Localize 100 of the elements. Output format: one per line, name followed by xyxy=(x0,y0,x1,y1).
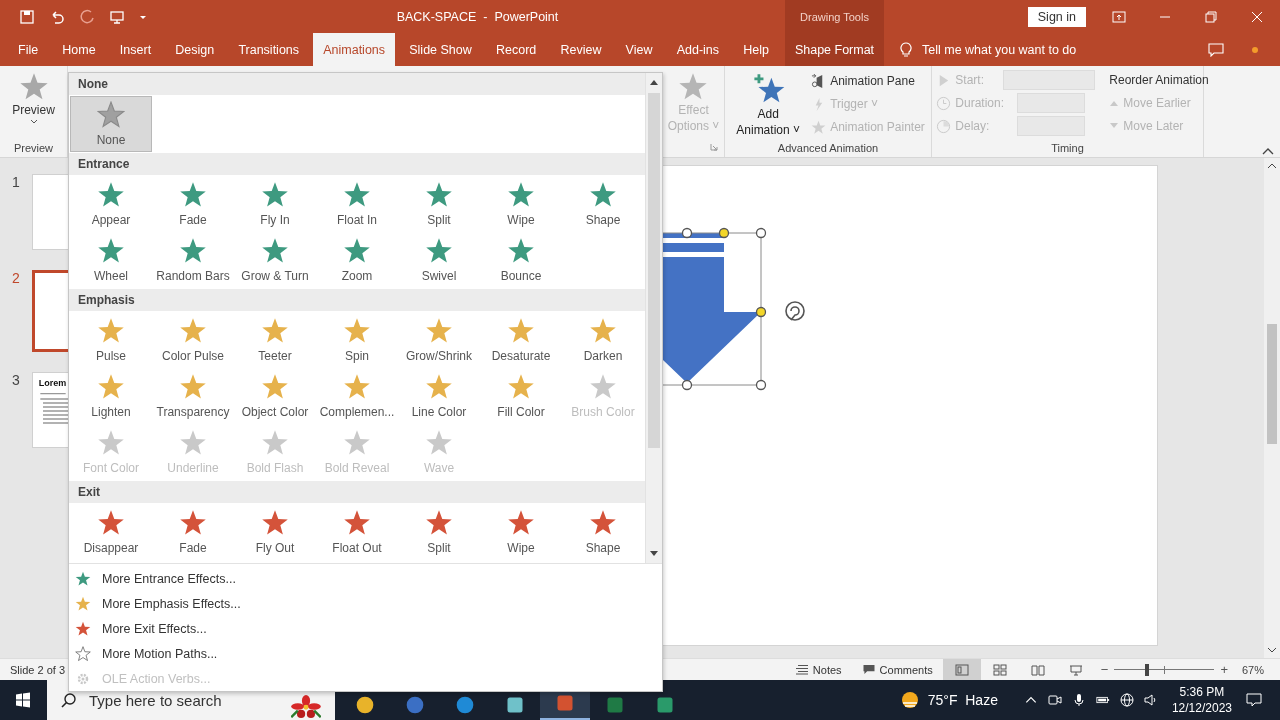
menu-item[interactable]: More Motion Paths... xyxy=(102,646,218,661)
animation-effect-item[interactable]: Disappear xyxy=(70,504,152,560)
menu-item[interactable]: More Emphasis Effects... xyxy=(102,596,241,611)
ribbon-tab[interactable]: View xyxy=(615,33,663,66)
globe-icon[interactable] xyxy=(1119,693,1134,707)
scrollbar-thumb[interactable] xyxy=(648,93,660,448)
animation-effect-item[interactable]: Grow/Shrink xyxy=(398,312,480,368)
animation-effect-item[interactable]: Fly In xyxy=(234,176,316,232)
scrollbar-thumb[interactable] xyxy=(1267,324,1277,444)
ribbon-tab[interactable]: Review xyxy=(550,33,612,66)
tell-me-search[interactable]: Tell me what you want to do xyxy=(922,42,1077,57)
ribbon-tab[interactable]: Shape Format xyxy=(785,33,884,66)
animation-effect-item[interactable]: Color Pulse xyxy=(152,312,234,368)
animation-effect-item[interactable]: None xyxy=(70,96,152,152)
save-icon[interactable] xyxy=(19,8,35,25)
animation-effect-item[interactable]: Random Bars xyxy=(152,232,234,288)
animation-effect-item[interactable]: Shape xyxy=(562,504,644,560)
undo-icon[interactable] xyxy=(49,8,65,25)
star-icon xyxy=(589,509,617,537)
ribbon-tab[interactable]: Transitions xyxy=(228,33,310,66)
close-icon[interactable] xyxy=(1250,10,1264,23)
start-icon[interactable] xyxy=(15,692,31,708)
animation-effect-item[interactable]: Appear xyxy=(70,176,152,232)
animation-effect-item[interactable]: Shape xyxy=(562,176,644,232)
preview-star-icon[interactable] xyxy=(18,72,49,102)
comment-icon[interactable] xyxy=(1208,42,1224,57)
scroll-up-icon[interactable] xyxy=(649,78,659,86)
animation-effect-item[interactable]: Wheel xyxy=(70,232,152,288)
animation-effect-item[interactable]: Complemen... xyxy=(316,368,398,424)
star-icon xyxy=(75,620,91,637)
section-header: Emphasis xyxy=(78,293,135,307)
animation-effect-item[interactable]: Lighten xyxy=(70,368,152,424)
ribbon-tab[interactable]: File xyxy=(8,33,49,66)
ribbon-tab[interactable]: Record xyxy=(485,33,547,66)
zoom-level[interactable]: 67% xyxy=(1233,663,1280,676)
star-icon xyxy=(261,237,289,265)
animation-effect-item[interactable]: Fade xyxy=(152,504,234,560)
effect-star-icon[interactable] xyxy=(678,72,709,102)
animation-effect-item[interactable]: Pulse xyxy=(70,312,152,368)
weather-text[interactable]: 75°F Haze xyxy=(927,692,998,708)
animation-effect-item[interactable]: Wipe xyxy=(480,176,562,232)
scroll-down-icon[interactable] xyxy=(1267,646,1277,654)
animation-pane-button[interactable]: Animation Pane xyxy=(830,74,915,88)
show-view-icon xyxy=(1068,663,1083,676)
normal-view-icon xyxy=(954,663,969,676)
comments-button[interactable]: Comments xyxy=(851,663,943,676)
redo-icon[interactable] xyxy=(79,8,95,25)
rotate-handle-icon[interactable] xyxy=(785,301,805,321)
ribbon-tab[interactable]: Insert xyxy=(109,33,162,66)
animation-effect-item[interactable]: Transparency xyxy=(152,368,234,424)
animation-effect-item[interactable]: Zoom xyxy=(316,232,398,288)
animation-effect-item[interactable]: Split xyxy=(398,176,480,232)
collapse-ribbon-icon[interactable] xyxy=(1262,147,1274,155)
animation-effect-item[interactable]: Wipe xyxy=(480,504,562,560)
animation-effect-item[interactable]: Swivel xyxy=(398,232,480,288)
animation-effect-item[interactable]: Fly Out xyxy=(234,504,316,560)
notification-icon[interactable] xyxy=(1246,693,1262,707)
group-label: Advanced Animation xyxy=(777,142,879,156)
animation-effect-item[interactable]: Split xyxy=(398,504,480,560)
star-icon xyxy=(343,429,371,457)
ribbon-tab[interactable]: Animations xyxy=(313,33,396,66)
ribbon-tab[interactable]: Add-ins xyxy=(666,33,730,66)
menu-item[interactable]: More Entrance Effects... xyxy=(102,571,236,586)
animation-effect-item[interactable]: Teeter xyxy=(234,312,316,368)
animation-effect-item[interactable]: Desaturate xyxy=(480,312,562,368)
animation-effect-item[interactable]: Fade xyxy=(152,176,234,232)
notes-button[interactable]: Notes xyxy=(784,663,852,676)
caret-icon[interactable] xyxy=(29,118,38,126)
camera-icon[interactable] xyxy=(1047,693,1062,707)
ribbon-tab[interactable]: Help xyxy=(733,33,779,66)
animation-effect-item[interactable]: Spin xyxy=(316,312,398,368)
star-icon xyxy=(97,237,125,265)
ribbon-display-icon[interactable] xyxy=(1112,10,1126,23)
animation-effect-item[interactable]: Fill Color xyxy=(480,368,562,424)
star-icon xyxy=(261,317,289,345)
animation-effect-item[interactable]: Grow & Turn xyxy=(234,232,316,288)
ribbon-tab[interactable]: Slide Show xyxy=(399,33,482,66)
menu-item[interactable]: More Exit Effects... xyxy=(102,621,207,636)
animation-effect-item[interactable]: Float Out xyxy=(316,504,398,560)
preview-button[interactable]: Preview xyxy=(12,102,55,118)
animation-effect-item[interactable]: Line Color xyxy=(398,368,480,424)
restore-icon[interactable] xyxy=(1204,10,1218,23)
scroll-down-icon[interactable] xyxy=(649,550,659,558)
ribbon-tab[interactable]: Design xyxy=(165,33,225,66)
zoom-out-button[interactable]: − xyxy=(1094,662,1115,677)
sign-in-button[interactable]: Sign in xyxy=(1027,6,1086,27)
scroll-up-icon[interactable] xyxy=(1267,162,1277,170)
animation-effect-item[interactable]: Bounce xyxy=(480,232,562,288)
normal-view-button[interactable] xyxy=(942,659,981,680)
add-animation-button[interactable]: Add Animation ˅ xyxy=(736,106,800,138)
clock-button[interactable]: 5:36 PM 12/12/2023 xyxy=(1171,684,1232,716)
animation-effect-item[interactable]: Darken xyxy=(562,312,644,368)
microphone-icon[interactable] xyxy=(1071,693,1086,707)
animation-effect-item[interactable]: Float In xyxy=(316,176,398,232)
ribbon-tab[interactable]: Home xyxy=(52,33,106,66)
dialog-launcher-icon[interactable] xyxy=(710,143,718,151)
presentation-icon[interactable] xyxy=(109,8,125,25)
zoom-in-button[interactable]: + xyxy=(1214,662,1234,677)
animation-effect-item[interactable]: Object Color xyxy=(234,368,316,424)
speaker-icon[interactable] xyxy=(1143,693,1158,707)
